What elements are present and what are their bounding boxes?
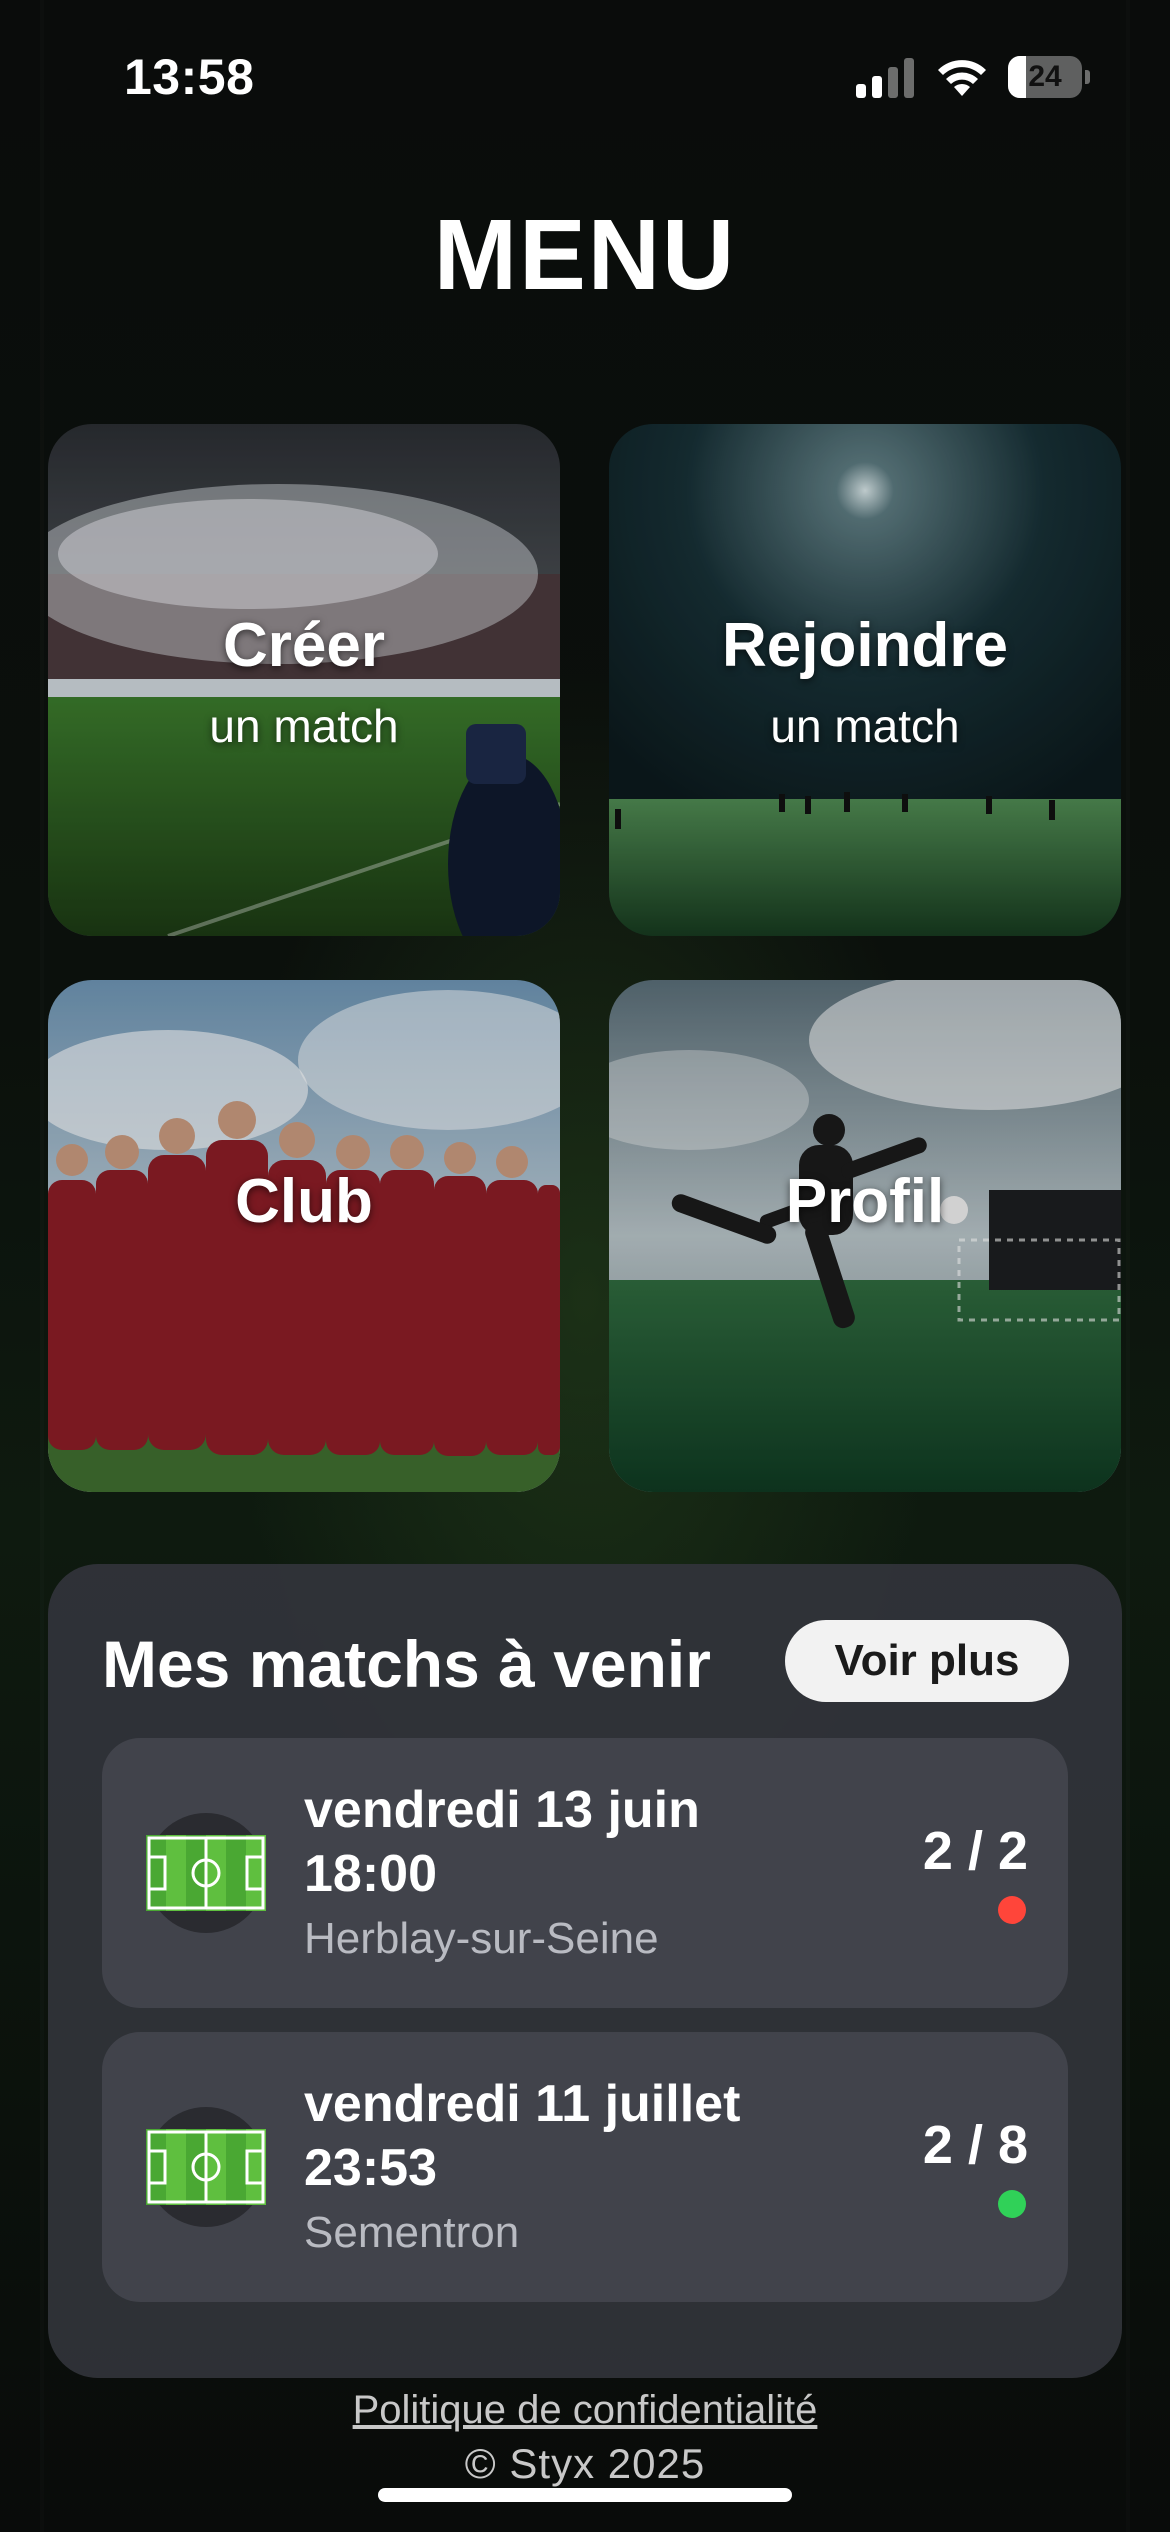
signal-icon (856, 58, 914, 98)
upcoming-matches-panel: Mes matchs à venir Voir plus vendredi 13… (48, 1564, 1122, 2378)
tile-title: Rejoindre (722, 611, 1008, 680)
match-date: vendredi 11 juillet (304, 2075, 741, 2133)
match-location: Herblay-sur-Seine (304, 1914, 659, 1963)
upcoming-title: Mes matchs à venir (102, 1627, 711, 1701)
battery-cap (1085, 70, 1090, 84)
battery-level: 24 (1028, 60, 1062, 93)
tile-subtitle: un match (209, 700, 399, 752)
tile-subtitle: un match (770, 700, 960, 752)
player-count: 2 / 8 (922, 2115, 1028, 2175)
club-tile-label: Club (48, 1166, 560, 1237)
battery-body: 24 (1008, 56, 1082, 98)
status-time: 13:58 (124, 49, 255, 105)
tile-title: Profil (785, 1167, 945, 1236)
club-tile[interactable]: Club (48, 980, 560, 1492)
privacy-policy-link[interactable]: Politique de confidentialité (0, 2388, 1170, 2433)
see-more-button[interactable]: Voir plus (785, 1620, 1069, 1702)
profile-tile-label: Profil (609, 1166, 1121, 1237)
soccer-field-icon (146, 2129, 266, 2205)
profile-tile[interactable]: Profil (609, 980, 1121, 1492)
match-time: 23:53 (304, 2139, 437, 2197)
tile-title: Club (235, 1167, 373, 1236)
wifi-icon (938, 60, 986, 96)
match-location: Sementron (304, 2208, 520, 2257)
match-date: vendredi 13 juin (304, 1781, 700, 1839)
soccer-field-icon (146, 1835, 266, 1911)
battery-icon: 24 (1008, 56, 1090, 98)
status-dot (998, 2190, 1026, 2218)
create-match-tile[interactable]: Créer un match (48, 424, 560, 936)
match-icon-wrap (146, 2107, 266, 2227)
status-dot (998, 1896, 1026, 1924)
copyright-text: © Styx 2025 (464, 2440, 706, 2487)
create-tile-label: Créer un match (48, 610, 560, 753)
join-tile-label: Rejoindre un match (609, 610, 1121, 753)
match-card[interactable]: vendredi 13 juin 18:00 Herblay-sur-Seine… (102, 1738, 1068, 2008)
tile-title: Créer (223, 611, 385, 680)
status-bar: 13:58 24 (0, 0, 1170, 150)
player-count: 2 / 2 (922, 1821, 1028, 1881)
home-indicator[interactable] (378, 2488, 792, 2502)
join-match-tile[interactable]: Rejoindre un match (609, 424, 1121, 936)
match-time: 18:00 (304, 1845, 437, 1903)
page-title: MENU (433, 199, 737, 311)
match-icon-wrap (146, 1813, 266, 1933)
match-card[interactable]: vendredi 11 juillet 23:53 Sementron 2 / … (102, 2032, 1068, 2302)
